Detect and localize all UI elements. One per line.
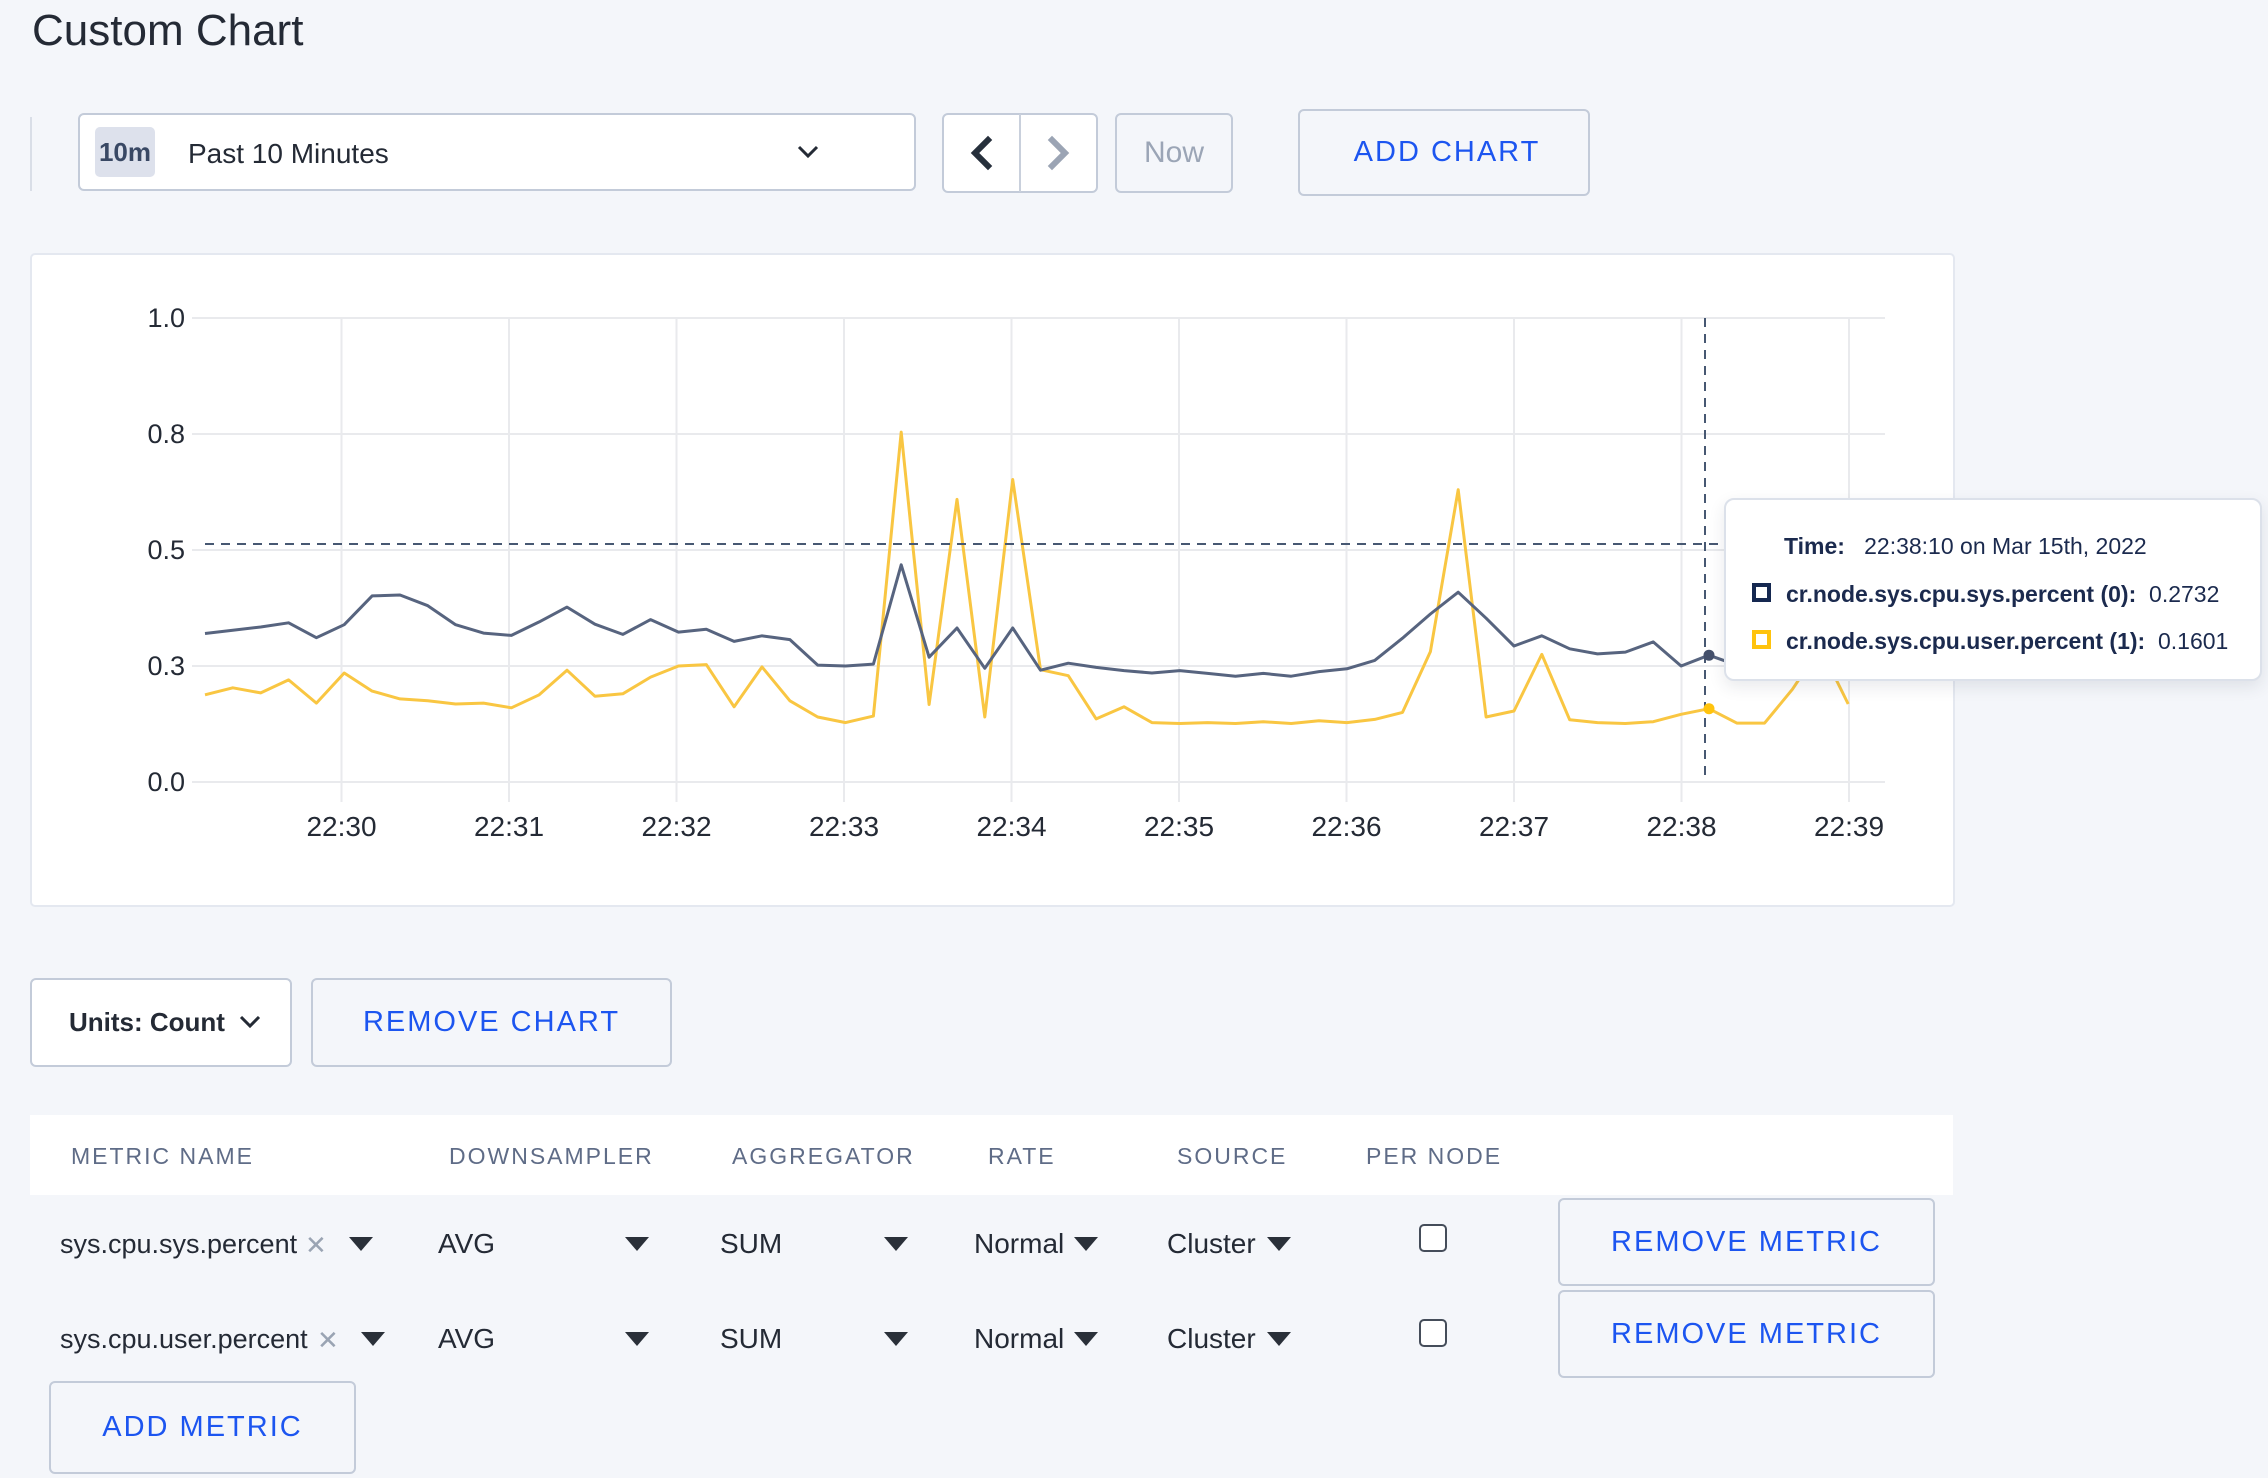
svg-text:0.5: 0.5: [147, 535, 185, 565]
svg-text:22:39: 22:39: [1814, 811, 1884, 842]
svg-text:0.8: 0.8: [147, 419, 185, 449]
svg-text:22:35: 22:35: [1144, 811, 1214, 842]
svg-text:22:38: 22:38: [1646, 811, 1716, 842]
svg-text:0.0: 0.0: [147, 767, 185, 797]
svg-text:22:34: 22:34: [976, 811, 1046, 842]
svg-text:1.0: 1.0: [147, 303, 185, 333]
svg-text:22:36: 22:36: [1311, 811, 1381, 842]
svg-text:22:30: 22:30: [306, 811, 376, 842]
svg-text:22:37: 22:37: [1479, 811, 1549, 842]
svg-text:22:32: 22:32: [641, 811, 711, 842]
svg-text:22:33: 22:33: [809, 811, 879, 842]
svg-text:22:31: 22:31: [474, 811, 544, 842]
svg-text:0.3: 0.3: [147, 651, 185, 681]
